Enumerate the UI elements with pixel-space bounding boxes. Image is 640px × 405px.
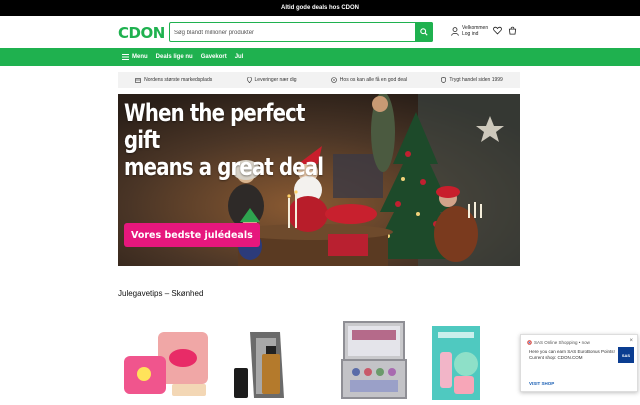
usp-item: Leveringer nær dig xyxy=(246,77,297,83)
tag-icon xyxy=(330,77,337,83)
usp-bar: Nordens største markedsplads Leveringer … xyxy=(118,72,520,88)
toast-message: Here you can earn SAS EuroBonus Points! … xyxy=(529,349,615,361)
user-icon xyxy=(451,26,459,36)
nav-christmas-label: Jul xyxy=(234,54,244,60)
toast-header: SAS Online Shopping • now xyxy=(527,340,590,345)
nav-christmas[interactable]: Jul xyxy=(235,54,244,60)
chrome-icon xyxy=(527,340,532,345)
toast-source: SAS Online Shopping • now xyxy=(534,340,590,345)
usp-item: Hos os kan alle få en god deal xyxy=(330,77,408,83)
site-header: CDON Velkommen Log ind xyxy=(0,16,640,48)
main-navigation: Menu Deals lige nu Gavekort Jul xyxy=(0,48,640,66)
announcement-text: Altid gode deals hos CDON xyxy=(280,5,359,11)
product-image-pouch-set xyxy=(124,332,208,396)
search-input[interactable] xyxy=(174,26,410,39)
section-title: Julegavetips – Skønhed xyxy=(118,289,204,298)
store-icon xyxy=(135,78,141,83)
product-image-i-love-set xyxy=(432,326,480,400)
sas-logo: SAS xyxy=(618,347,634,363)
cart-icon[interactable] xyxy=(508,26,517,35)
product-image-fragrance-box xyxy=(234,332,284,398)
usp-text: Leveringer nær dig xyxy=(254,77,297,83)
hero-title: When the perfect gift means a great deal xyxy=(124,100,337,181)
usp-text: Trygt handel siden 1999 xyxy=(449,77,503,83)
search-icon xyxy=(420,28,428,36)
nav-giftcards[interactable]: Gavekort xyxy=(201,54,227,60)
heart-icon[interactable] xyxy=(493,26,502,35)
product-card[interactable] xyxy=(228,318,312,405)
product-card[interactable] xyxy=(336,318,416,405)
hero-title-line2: means a great deal xyxy=(124,153,324,181)
location-icon xyxy=(246,77,252,83)
nav-deals-label: Deals lige nu xyxy=(155,54,193,60)
hamburger-icon xyxy=(122,54,129,60)
hero-banner[interactable]: When the perfect gift means a great deal… xyxy=(118,94,520,266)
hero-cta-button[interactable]: Vores bedste julédeals xyxy=(124,223,260,247)
product-card[interactable] xyxy=(122,318,212,405)
usp-item: Nordens største markedsplads xyxy=(135,77,212,83)
shield-icon xyxy=(441,77,447,83)
usp-item: Trygt handel siden 1999 xyxy=(441,77,503,83)
product-card[interactable] xyxy=(430,318,510,405)
account-login: Log ind xyxy=(462,31,479,37)
nav-giftcards-label: Gavekort xyxy=(200,54,227,60)
visit-shop-link[interactable]: VISIT SHOP xyxy=(529,381,554,386)
nav-deals[interactable]: Deals lige nu xyxy=(156,54,193,60)
account-link[interactable]: Velkommen Log ind xyxy=(451,25,488,37)
search-button[interactable] xyxy=(415,22,433,42)
usp-text: Nordens største markedsplads xyxy=(144,77,213,83)
notification-toast[interactable]: SAS Online Shopping • now × Here you can… xyxy=(520,334,638,392)
nav-menu[interactable]: Menu xyxy=(122,54,148,60)
product-image-makeup-case xyxy=(341,321,407,399)
hero-title-line1: When the perfect gift xyxy=(124,99,305,154)
usp-text: Hos os kan alle få en god deal xyxy=(339,77,408,83)
top-announcement-bar: Altid gode deals hos CDON xyxy=(0,0,640,16)
search-bar xyxy=(169,22,433,42)
cdon-logo[interactable]: CDON xyxy=(118,24,165,42)
nav-menu-label: Menu xyxy=(132,54,148,60)
close-icon[interactable]: × xyxy=(629,338,633,344)
toast-message-line2: Current shop: CDON.COM xyxy=(529,355,583,360)
